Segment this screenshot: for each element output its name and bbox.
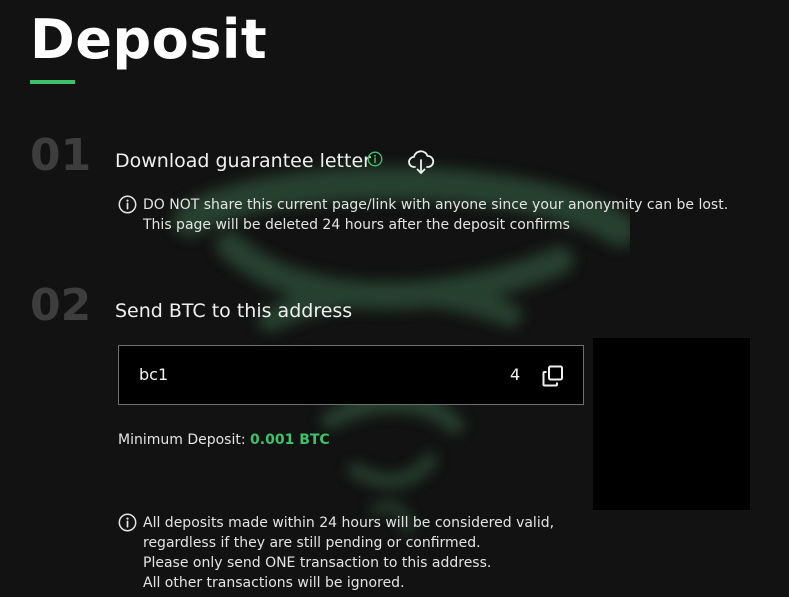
- minimum-deposit: Minimum Deposit: 0.001 BTC: [118, 432, 330, 448]
- info-icon: [118, 513, 137, 532]
- title-underline: [30, 80, 75, 84]
- step-number-02: 02: [30, 280, 92, 331]
- btc-address-field[interactable]: bc1 4: [118, 345, 584, 405]
- step-number-01: 01: [30, 130, 92, 181]
- minimum-deposit-label: Minimum Deposit:: [118, 432, 246, 448]
- note-line: regardless if they are still pending or …: [143, 535, 481, 551]
- info-icon[interactable]: [367, 151, 383, 167]
- cloud-download-icon[interactable]: [407, 148, 435, 176]
- note-line: All deposits made within 24 hours will b…: [143, 515, 555, 531]
- step-title-send: Send BTC to this address: [115, 300, 353, 322]
- note-line: This page will be deleted 24 hours after…: [143, 217, 570, 233]
- privacy-note: DO NOT share this current page/link with…: [118, 195, 728, 235]
- deposit-page: Deposit 01 Download guarantee letter DO …: [0, 0, 789, 597]
- note-line: Please only send ONE transaction to this…: [143, 555, 492, 571]
- minimum-deposit-amount: 0.001 BTC: [250, 432, 330, 448]
- qr-code: [593, 338, 750, 510]
- deposit-rules-note: All deposits made within 24 hours will b…: [118, 513, 554, 593]
- info-icon: [118, 195, 137, 214]
- step-title-download: Download guarantee letter: [115, 150, 371, 172]
- address-end: 4: [510, 365, 521, 384]
- address-start: bc1: [139, 365, 169, 384]
- copy-icon[interactable]: [542, 365, 564, 387]
- note-line: All other transactions will be ignored.: [143, 575, 405, 591]
- page-title: Deposit: [30, 8, 268, 71]
- note-line: DO NOT share this current page/link with…: [143, 197, 729, 213]
